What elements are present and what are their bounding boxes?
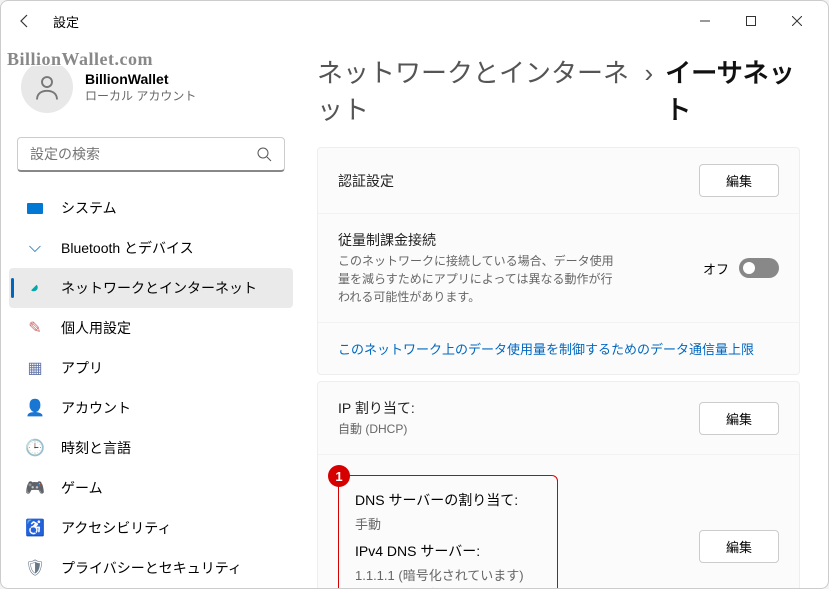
metered-title: 従量制課金接続 xyxy=(338,230,703,250)
row-metered: 従量制課金接続 このネットワークに接続している場合、データ使用量を減らすためにア… xyxy=(318,214,799,323)
data-limit-link[interactable]: このネットワーク上のデータ使用量を制御するためのデータ通信量上限 xyxy=(318,323,799,374)
bluetooth-icon: ⌵ xyxy=(25,238,45,258)
search-box[interactable] xyxy=(17,137,285,172)
nav-list: システム ⌵ Bluetooth とデバイス ◗ ネットワークとインターネット ✎ 個… xyxy=(9,188,293,588)
breadcrumb-parent[interactable]: ネットワークとインターネット xyxy=(317,53,633,127)
search-input[interactable] xyxy=(30,146,256,162)
auth-edit-button[interactable]: 編集 xyxy=(699,164,779,197)
sidebar-item-label: 時刻と言語 xyxy=(61,438,131,458)
minimize-button[interactable] xyxy=(682,5,728,37)
sidebar-item-label: ネットワークとインターネット xyxy=(61,278,257,298)
sidebar-item-label: システム xyxy=(61,198,117,218)
sidebar-item-label: アプリ xyxy=(61,358,103,378)
dns-assign-title: DNS サーバーの割り当て: xyxy=(355,490,541,510)
sidebar-item-label: ゲーム xyxy=(61,478,103,498)
sidebar-item-privacy[interactable]: 🛡 プライバシーとセキュリティ xyxy=(9,548,293,588)
sidebar-item-label: アクセシビリティ xyxy=(61,518,171,538)
gamepad-icon: 🎮 xyxy=(25,478,45,498)
row-ip: IP 割り当て: 自動 (DHCP) 編集 xyxy=(318,382,799,455)
dns-edit-button[interactable]: 編集 xyxy=(699,530,779,563)
metered-sub: このネットワークに接続している場合、データ使用量を減らすためにアプリによっては異… xyxy=(338,252,618,306)
sidebar-item-label: Bluetooth とデバイス xyxy=(61,238,194,258)
metered-toggle[interactable] xyxy=(739,258,779,278)
sidebar-item-accessibility[interactable]: ♿ アクセシビリティ xyxy=(9,508,293,548)
apps-icon: ▦ xyxy=(25,358,45,378)
sidebar-item-apps[interactable]: ▦ アプリ xyxy=(9,348,293,388)
dns-server-1: 1.1.1.1 (暗号化されています) xyxy=(355,565,541,584)
sidebar-item-bluetooth[interactable]: ⌵ Bluetooth とデバイス xyxy=(9,228,293,268)
window-title: 設定 xyxy=(53,12,79,31)
shield-icon: 🛡 xyxy=(25,558,45,578)
maximize-icon xyxy=(746,16,756,26)
dns-assign-sub: 手動 xyxy=(355,514,541,533)
profile-name: BillionWallet xyxy=(85,71,196,87)
sidebar-item-accounts[interactable]: 👤 アカウント xyxy=(9,388,293,428)
minimize-icon xyxy=(700,16,710,26)
row-dns: 1 DNS サーバーの割り当て: 手動 IPv4 DNS サーバー: 1.1.1… xyxy=(318,455,799,588)
close-icon xyxy=(792,16,802,26)
row-auth: 認証設定 編集 xyxy=(318,148,799,214)
dns-highlight: 1 DNS サーバーの割り当て: 手動 IPv4 DNS サーバー: 1.1.1… xyxy=(338,475,558,588)
system-icon xyxy=(25,198,45,218)
metered-toggle-label: オフ xyxy=(703,259,729,278)
sidebar-item-label: アカウント xyxy=(61,398,131,418)
ip-edit-button[interactable]: 編集 xyxy=(699,402,779,435)
accessibility-icon: ♿ xyxy=(25,518,45,538)
ip-sub: 自動 (DHCP) xyxy=(338,420,699,438)
auth-title: 認証設定 xyxy=(338,171,699,191)
close-button[interactable] xyxy=(774,5,820,37)
sidebar-item-system[interactable]: システム xyxy=(9,188,293,228)
search-icon xyxy=(256,146,272,162)
back-button[interactable] xyxy=(9,5,41,37)
sidebar-item-network[interactable]: ◗ ネットワークとインターネット xyxy=(9,268,293,308)
chevron-right-icon: › xyxy=(645,58,654,89)
ip-title: IP 割り当て: xyxy=(338,398,699,418)
breadcrumb-current: イーサネット xyxy=(665,53,800,127)
accounts-icon: 👤 xyxy=(25,398,45,418)
brush-icon: ✎ xyxy=(25,318,45,338)
sidebar-item-label: 個人用設定 xyxy=(61,318,131,338)
sidebar-item-label: プライバシーとセキュリティ xyxy=(61,558,242,578)
network-icon: ◗ xyxy=(25,278,45,298)
profile-block[interactable]: BillionWallet.com BillionWallet ローカル アカウ… xyxy=(9,53,293,121)
arrow-left-icon xyxy=(17,13,33,29)
sidebar-item-time[interactable]: 🕒 時刻と言語 xyxy=(9,428,293,468)
dns-server-2: 1.0.0.1 (暗号化されています) xyxy=(355,584,541,588)
clock-icon: 🕒 xyxy=(25,438,45,458)
sidebar-item-personalization[interactable]: ✎ 個人用設定 xyxy=(9,308,293,348)
maximize-button[interactable] xyxy=(728,5,774,37)
ipv4-dns-title: IPv4 DNS サーバー: xyxy=(355,541,541,561)
profile-sub: ローカル アカウント xyxy=(85,87,196,104)
annotation-badge: 1 xyxy=(328,465,350,487)
main-panel: ネットワークとインターネット › イーサネット 認証設定 編集 従量制課金接続 … xyxy=(301,41,828,588)
sidebar-item-gaming[interactable]: 🎮 ゲーム xyxy=(9,468,293,508)
avatar xyxy=(21,61,73,113)
breadcrumb: ネットワークとインターネット › イーサネット xyxy=(317,53,800,127)
person-icon xyxy=(32,72,62,102)
